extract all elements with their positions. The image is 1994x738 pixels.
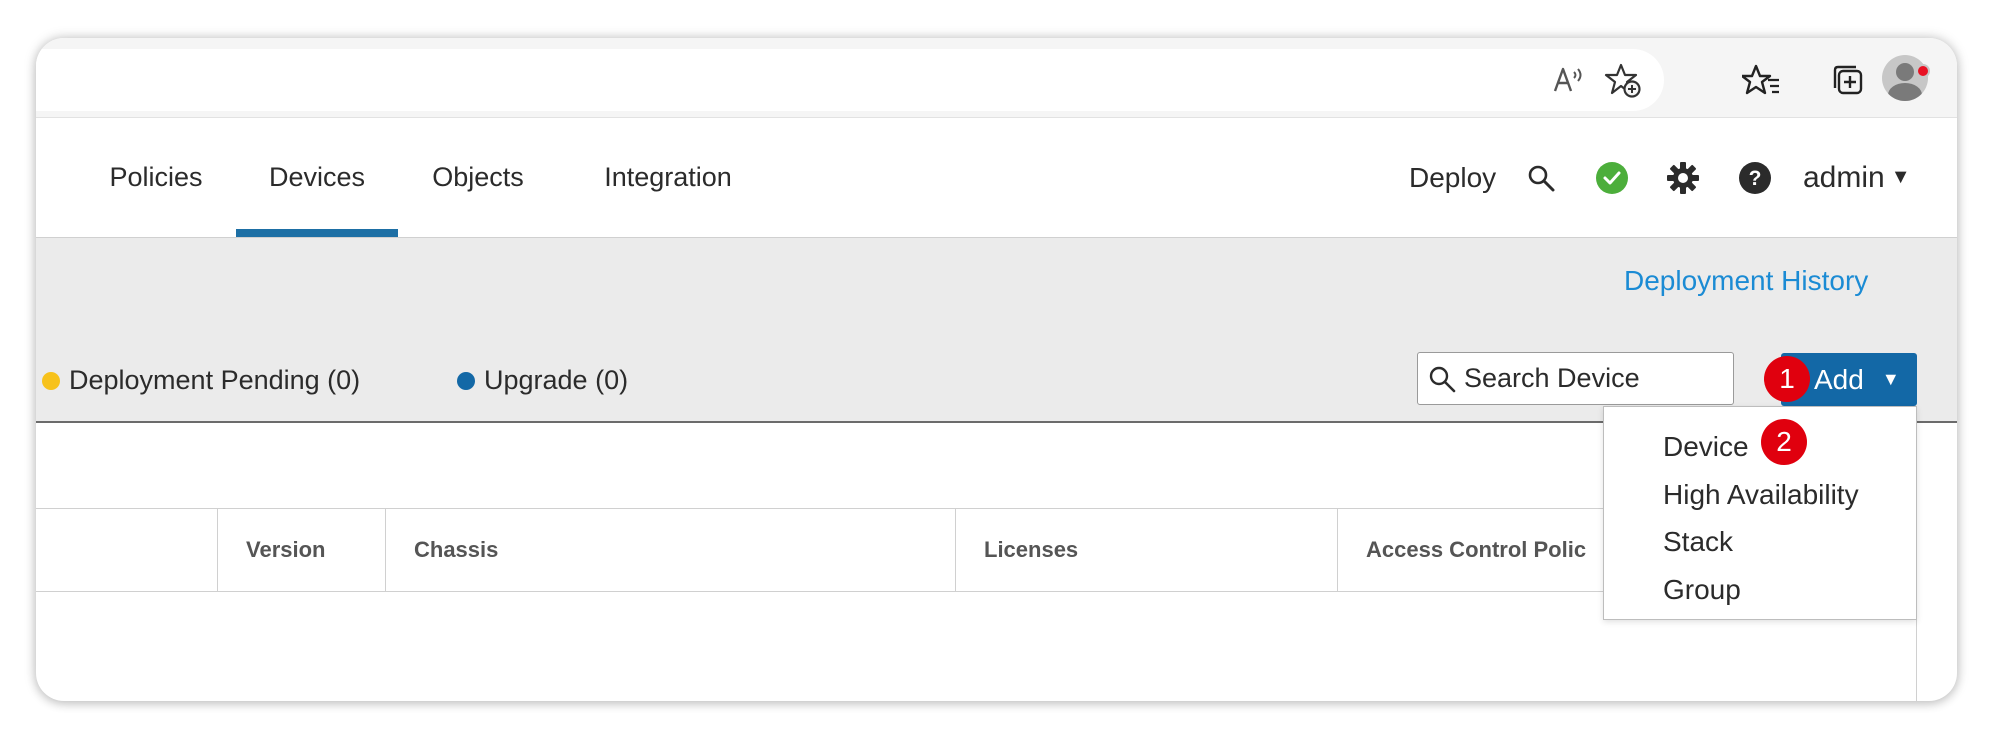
add-label: Add <box>1814 363 1864 395</box>
add-favorite-icon[interactable] <box>1603 60 1643 100</box>
menu-item-stack[interactable]: Stack <box>1663 526 1733 558</box>
column-label: Version <box>246 537 326 562</box>
status-ok-icon[interactable] <box>1595 118 1629 237</box>
deploy-button[interactable]: Deploy <box>1409 118 1496 237</box>
legend-label: Upgrade (0) <box>484 365 629 395</box>
svg-text:?: ? <box>1749 167 1762 190</box>
tab-integration[interactable]: Integration <box>558 118 778 237</box>
search-device-input[interactable]: Search Device <box>1417 352 1734 405</box>
menu-item-device[interactable]: Device <box>1663 431 1749 463</box>
deploy-label: Deploy <box>1409 161 1497 193</box>
tab-label: Policies <box>109 162 203 192</box>
column-label: Licenses <box>984 537 1079 562</box>
add-dropdown-menu: Device High Availability Stack Group <box>1603 406 1917 620</box>
user-menu[interactable]: admin ▼ <box>1803 118 1911 237</box>
legend-label: Deployment Pending (0) <box>69 365 361 395</box>
main-nav: Policies Devices Objects Integration Dep… <box>36 118 1957 238</box>
user-label: admin <box>1803 160 1885 194</box>
column-chassis[interactable]: Chassis <box>385 509 955 591</box>
gear-icon[interactable] <box>1666 118 1700 237</box>
column-label: Access Control Polic <box>1366 537 1587 562</box>
search-icon[interactable] <box>1526 118 1556 237</box>
tab-label: Objects <box>432 162 524 192</box>
tab-label: Devices <box>268 162 366 192</box>
tab-objects[interactable]: Objects <box>398 118 558 237</box>
menu-item-group[interactable]: Group <box>1663 574 1741 606</box>
tab-label: Integration <box>604 162 732 192</box>
read-aloud-icon[interactable] <box>1549 60 1589 100</box>
deployment-history-link[interactable]: Deployment History <box>1624 265 1868 297</box>
profile-avatar[interactable] <box>1882 55 1928 101</box>
menu-item-high-availability[interactable]: High Availability <box>1663 479 1859 511</box>
column-licenses[interactable]: Licenses <box>955 509 1337 591</box>
tab-devices[interactable]: Devices <box>236 118 398 237</box>
favorites-icon[interactable] <box>1741 60 1781 100</box>
column-version[interactable]: Version <box>217 509 385 591</box>
search-placeholder: Search Device <box>1464 363 1640 393</box>
search-icon <box>1429 366 1456 392</box>
column-label: Chassis <box>414 537 499 562</box>
help-icon[interactable]: ? <box>1738 118 1772 237</box>
browser-window: Policies Devices Objects Integration Dep… <box>36 38 1957 701</box>
caret-down-icon: ▼ <box>1881 369 1900 389</box>
step-badge-1: 1 <box>1764 356 1810 402</box>
legend-deployment-pending[interactable]: Deployment Pending (0) <box>42 365 360 396</box>
legend-upgrade[interactable]: Upgrade (0) <box>457 365 628 396</box>
step-badge-2: 2 <box>1761 419 1807 465</box>
notification-dot <box>1916 64 1930 78</box>
tab-policies[interactable]: Policies <box>36 118 236 237</box>
pending-dot-icon <box>42 371 60 390</box>
upgrade-dot-icon <box>457 371 475 390</box>
address-bar[interactable] <box>36 49 1664 111</box>
browser-toolbar <box>36 38 1957 118</box>
caret-down-icon: ▼ <box>1890 166 1911 188</box>
collections-icon[interactable] <box>1828 60 1868 100</box>
